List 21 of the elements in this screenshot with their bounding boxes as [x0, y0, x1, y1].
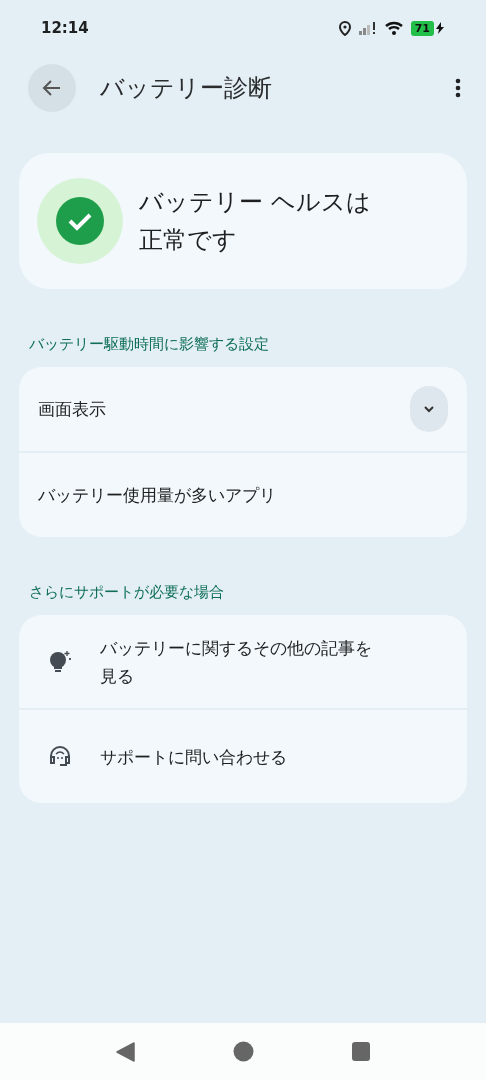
- list-item[interactable]: サポートに問い合わせる: [19, 710, 467, 803]
- section-heading: バッテリー駆動時間に影響する設定: [29, 335, 270, 354]
- list-item[interactable]: バッテリーに関するその他の記事を見る: [19, 615, 467, 708]
- home-nav-icon[interactable]: [233, 1041, 254, 1062]
- page-title: バッテリー診断: [100, 73, 273, 104]
- lightbulb-icon: [48, 648, 72, 675]
- list-item[interactable]: バッテリー使用量が多いアプリ: [19, 453, 467, 537]
- headset-icon: [48, 744, 72, 769]
- battery-level: 71: [410, 20, 434, 36]
- section-heading: さらにサポートが必要な場合: [29, 583, 225, 602]
- wifi-icon: [384, 21, 403, 35]
- list-item[interactable]: 画面表示: [19, 367, 467, 451]
- clock: 12:14: [41, 19, 90, 37]
- health-status-text: バッテリー ヘルスは正常です: [139, 187, 372, 256]
- more-vert-icon: [455, 78, 461, 98]
- charging-icon: [436, 22, 444, 34]
- signal-icon: [358, 21, 377, 35]
- checkmark-icon: [56, 197, 104, 245]
- back-button[interactable]: [28, 64, 76, 112]
- location-icon: [338, 20, 351, 36]
- back-nav-icon[interactable]: [116, 1041, 135, 1062]
